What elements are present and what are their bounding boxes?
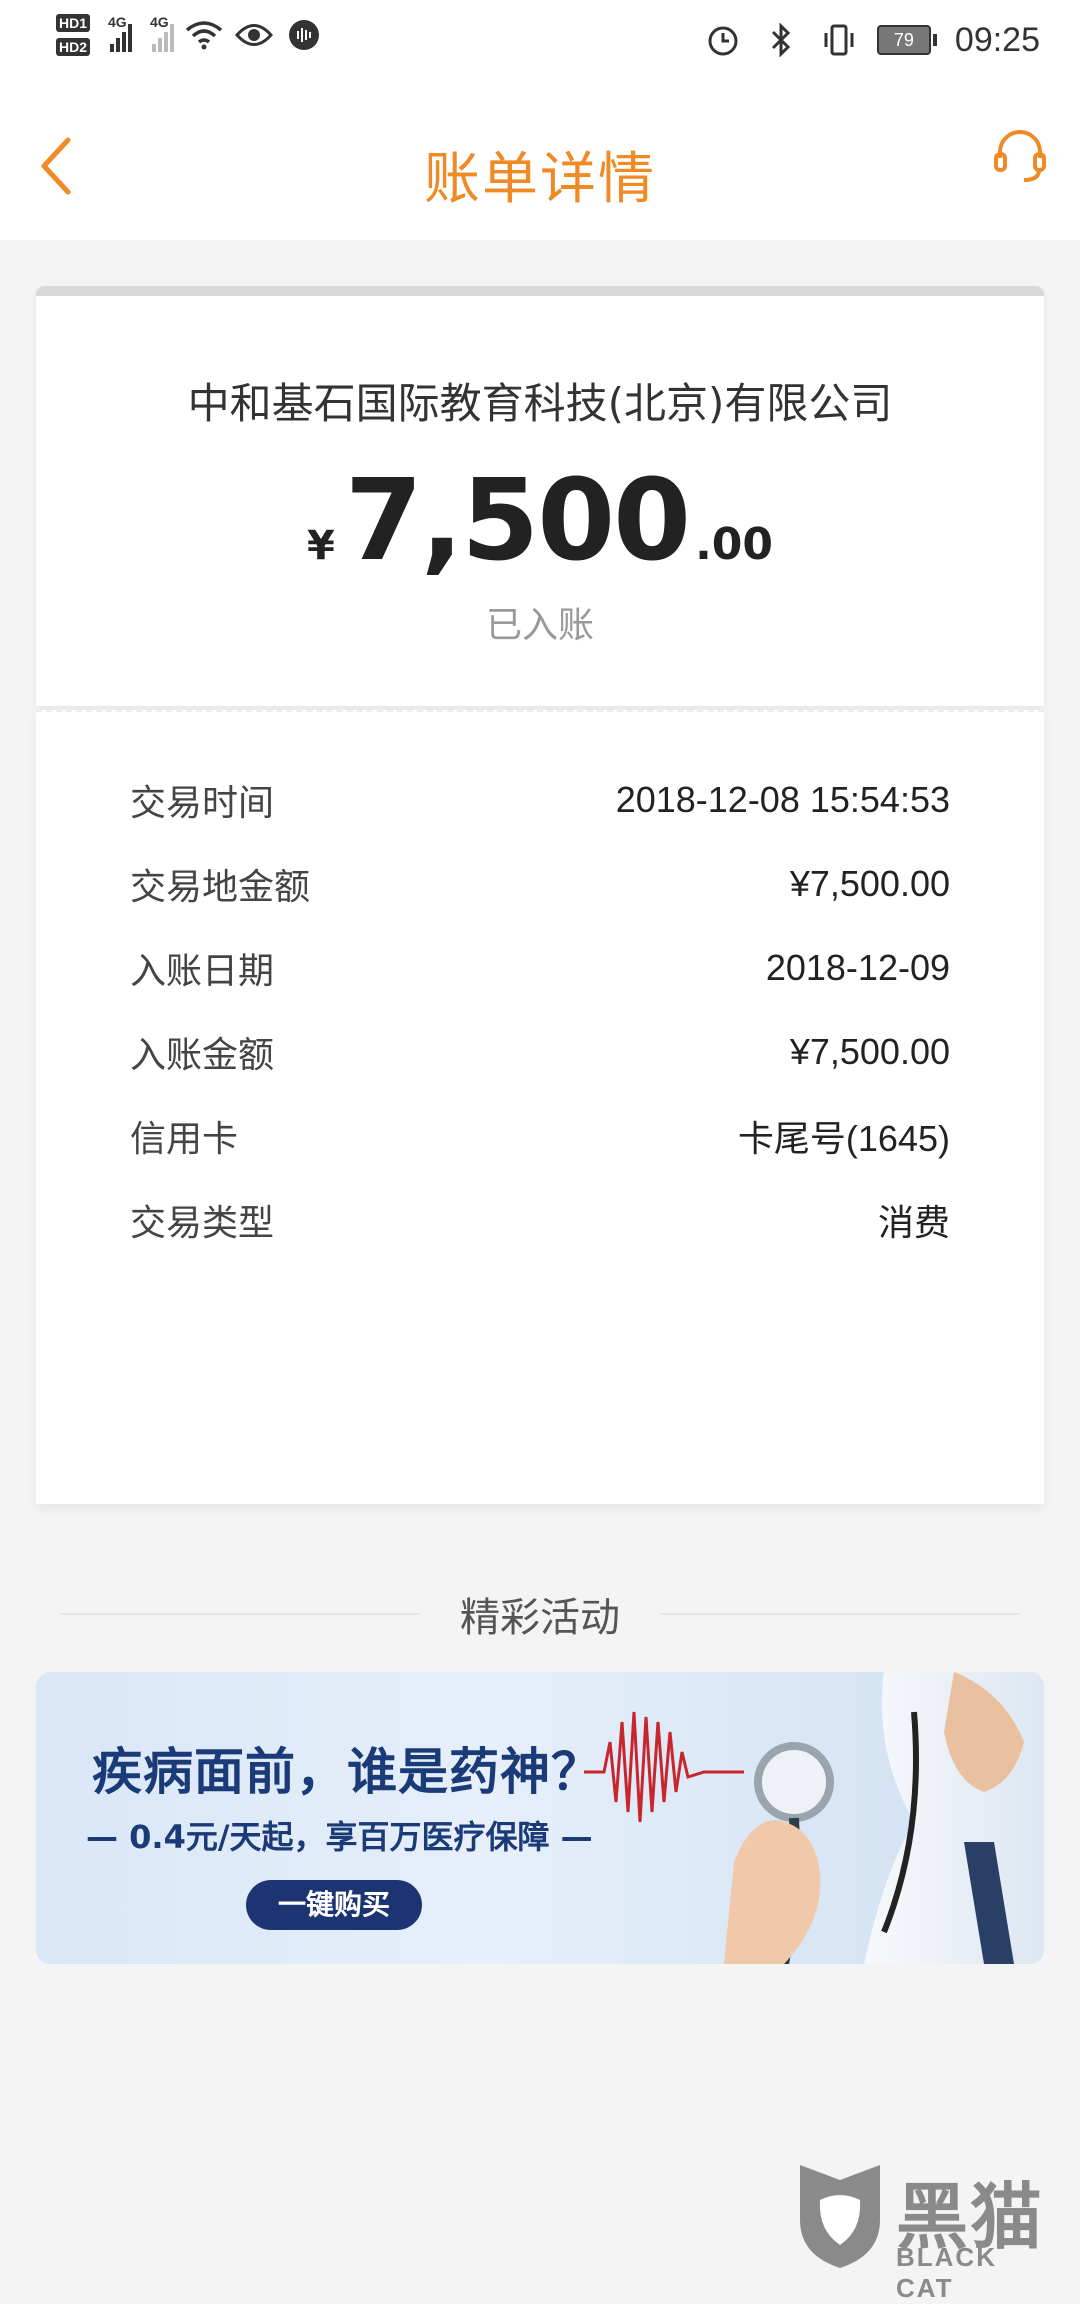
hd-badges: HD1 HD2 bbox=[56, 14, 91, 56]
divider-right bbox=[660, 1613, 1020, 1615]
eye-icon bbox=[234, 15, 274, 55]
hd2-badge: HD2 bbox=[56, 38, 91, 56]
detail-value: 2018-12-09 bbox=[765, 947, 950, 988]
status-bar-left: HD1 HD2 4G 4G bbox=[56, 14, 324, 56]
detail-row-posting-date: 入账日期 2018-12-09 bbox=[130, 938, 950, 998]
battery-level: 79 bbox=[876, 25, 931, 55]
currency-symbol: ¥ bbox=[306, 523, 335, 569]
insurance-promo-banner[interactable]: 疾病面前，谁是药神？ — 0.4元/天起，享百万医疗保障 — 一键购买 bbox=[36, 1672, 1044, 1964]
detail-row-transaction-type: 交易类型 消费 bbox=[130, 1190, 950, 1250]
alarm-icon bbox=[703, 20, 743, 60]
watermark-en: BLACK CAT bbox=[896, 2242, 997, 2303]
app-header: 账单详情 bbox=[0, 96, 1080, 240]
wifi-icon bbox=[184, 15, 224, 55]
detail-label: 交易地金额 bbox=[130, 867, 311, 908]
detail-label: 入账金额 bbox=[130, 1035, 275, 1076]
detail-value: ¥7,500.00 bbox=[789, 1031, 950, 1072]
activities-section-header: 精彩活动 bbox=[60, 1584, 1020, 1644]
transaction-amount: ¥7,500.00 bbox=[36, 456, 1044, 586]
page-title: 账单详情 bbox=[424, 147, 656, 212]
heartbeat-icon bbox=[584, 1711, 744, 1823]
detail-row-credit-card: 信用卡 卡尾号(1645) bbox=[130, 1106, 950, 1166]
bluetooth-icon bbox=[761, 20, 801, 60]
network-label-2: 4G bbox=[150, 14, 169, 30]
signal-icon: 4G bbox=[108, 14, 133, 52]
banner-subline: — 0.4元/天起，享百万医疗保障 — bbox=[86, 1818, 593, 1856]
posting-status: 已入账 bbox=[485, 605, 594, 646]
battery-icon: 79 bbox=[876, 25, 937, 55]
detail-label: 交易时间 bbox=[130, 783, 275, 824]
transaction-summary-card: 中和基石国际教育科技(北京)有限公司 ¥7,500.00 已入账 bbox=[36, 286, 1044, 706]
detail-row-local-amount: 交易地金额 ¥7,500.00 bbox=[130, 854, 950, 914]
detail-value: ¥7,500.00 bbox=[789, 863, 950, 904]
detail-row-transaction-time: 交易时间 2018-12-08 15:54:53 bbox=[130, 770, 950, 830]
detail-value: 2018-12-08 15:54:53 bbox=[615, 779, 950, 820]
blackcat-watermark: 黑猫 BLACK CAT bbox=[790, 2160, 1060, 2303]
amount-main: 7,500 bbox=[344, 456, 691, 586]
detail-value: 消费 bbox=[877, 1202, 950, 1243]
status-bar-right: 79 09:25 bbox=[703, 20, 1040, 60]
headset-icon bbox=[994, 130, 1046, 182]
divider-left bbox=[60, 1613, 420, 1615]
banner-headline: 疾病面前，谁是药神？ bbox=[92, 1743, 602, 1801]
vibrate-icon bbox=[819, 20, 859, 60]
status-bar: HD1 HD2 4G 4G 79 09:25 bbox=[0, 0, 1080, 96]
hd1-badge: HD1 bbox=[56, 14, 91, 32]
customer-service-button[interactable] bbox=[990, 126, 1050, 186]
detail-row-posted-amount: 入账金额 ¥7,500.00 bbox=[130, 1022, 950, 1082]
transaction-detail-card: 交易时间 2018-12-08 15:54:53 交易地金额 ¥7,500.00… bbox=[36, 710, 1044, 1504]
stethoscope-icon bbox=[754, 1742, 834, 1822]
clock: 09:25 bbox=[954, 20, 1040, 59]
amount-decimal: .00 bbox=[695, 519, 774, 570]
doctor-stethoscope-illustration bbox=[584, 1672, 1044, 1964]
detail-label: 入账日期 bbox=[130, 951, 275, 992]
detail-label: 信用卡 bbox=[130, 1119, 239, 1160]
merchant-name: 中和基石国际教育科技(北京)有限公司 bbox=[187, 379, 893, 428]
network-label: 4G bbox=[108, 14, 127, 30]
signal-icon-2: 4G bbox=[150, 14, 175, 52]
buy-now-button[interactable]: 一键购买 bbox=[246, 1880, 422, 1930]
voice-icon bbox=[284, 15, 324, 55]
detail-label: 交易类型 bbox=[130, 1203, 275, 1244]
section-title: 精彩活动 bbox=[460, 1595, 620, 1641]
detail-value: 卡尾号(1645) bbox=[737, 1118, 950, 1159]
blackcat-logo-icon bbox=[800, 2165, 880, 2268]
